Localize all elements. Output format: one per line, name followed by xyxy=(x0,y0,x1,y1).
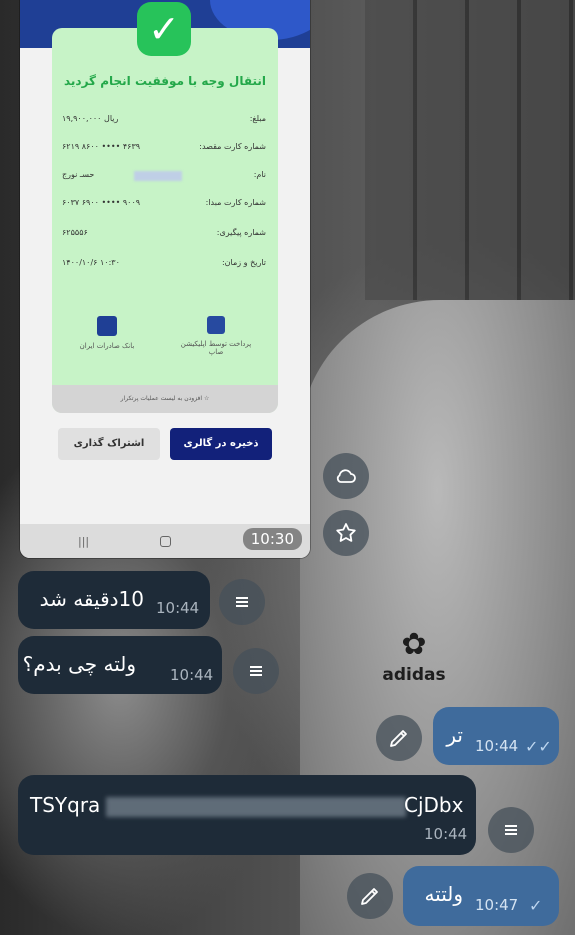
app-logo-icon xyxy=(207,316,225,334)
redacted-area xyxy=(134,171,182,181)
pencil-icon xyxy=(390,730,407,747)
share-button: اشتراک گذاری xyxy=(58,428,160,460)
message-text: ولته چی بدم؟ xyxy=(22,652,136,676)
message-text: 10دقیقه شد xyxy=(39,587,144,611)
transfer-receipt: ✓ انتقال وجه با موفقیت انجام گردید مبلغ:… xyxy=(52,2,278,413)
bank-saderat: بانک صادرات ایران xyxy=(72,316,142,350)
outgoing-message[interactable]: ولتته 10:47 ✓ xyxy=(403,866,559,926)
receipt-label: شماره کارت مبدا: xyxy=(205,198,266,207)
message-options-button[interactable] xyxy=(219,579,265,625)
receipt-value: ۱۴۰۰/۱۰/۶ ۱۰:۳۰ xyxy=(62,258,120,267)
receipt-value: ۶۰۳۷ ۶۹۰۰ •••• ۹۰۰۹ xyxy=(62,198,141,207)
receipt-footer: ☆ افزودن به لیست عملیات پرتکرار xyxy=(52,385,278,413)
redacted-text xyxy=(106,797,406,817)
save-to-gallery-button: ذخیره در گالری xyxy=(170,428,272,460)
message-text-end: CjDbx xyxy=(404,793,464,817)
incoming-message[interactable]: ولته چی بدم؟ 10:44 xyxy=(18,636,222,694)
incoming-message[interactable]: 10دقیقه شد 10:44 xyxy=(18,571,210,629)
edit-button[interactable] xyxy=(376,715,422,761)
recent-apps-icon: ||| xyxy=(78,535,90,548)
background-logo-text: adidas xyxy=(382,665,446,685)
outgoing-message[interactable]: تر 10:44 ✓✓ xyxy=(433,707,559,765)
menu-icon xyxy=(236,597,248,607)
star-icon xyxy=(336,523,356,542)
message-options-button[interactable] xyxy=(488,807,534,853)
home-icon xyxy=(160,536,171,547)
receipt-value: ۶۲۵۵۵۶ xyxy=(62,228,88,237)
message-text: ولتته xyxy=(424,882,463,906)
bank-logos: بانک صادرات ایران پرداخت توسط اپلیکیشن ص… xyxy=(52,316,278,376)
receipt-value: ۱۹,۹۰۰,۰۰۰ ریال xyxy=(62,114,119,123)
sent-checkmark-icon: ✓ xyxy=(529,896,543,915)
background-logo: ✿ adidas xyxy=(378,625,450,695)
read-checkmarks-icon: ✓✓ xyxy=(525,737,552,756)
message-text-start: TSYqra xyxy=(30,793,101,817)
receipt-row-datetime: تاریخ و زمان: ۱۴۰۰/۱۰/۶ ۱۰:۳۰ xyxy=(62,258,266,272)
receipt-row-dest-card: شماره کارت مقصد: ۶۲۱۹ ۸۶۰۰ •••• ۴۶۳۹ xyxy=(62,142,266,156)
incoming-message[interactable]: TSYqra CjDbx 10:44 xyxy=(18,775,476,855)
cloud-icon xyxy=(336,469,356,483)
receipt-value: ۶۲۱۹ ۸۶۰۰ •••• ۴۶۳۹ xyxy=(62,142,141,151)
app-sap: پرداخت توسط اپلیکیشن صاپ xyxy=(174,316,258,356)
receipt-row-name: نام: حسـ نورج xyxy=(62,170,266,184)
edit-button[interactable] xyxy=(347,873,393,919)
background-door xyxy=(365,0,575,300)
message-time: 10:44 xyxy=(424,825,468,843)
receipt-title: انتقال وجه با موفقیت انجام گردید xyxy=(63,74,266,88)
message-time: 10:30 xyxy=(242,528,302,550)
favorite-button[interactable] xyxy=(323,510,369,556)
message-time: 10:44 xyxy=(170,666,214,684)
success-check-icon: ✓ xyxy=(137,2,191,56)
receipt-label: تاریخ و زمان: xyxy=(221,258,266,267)
save-to-cloud-button[interactable] xyxy=(323,453,369,499)
message-time: 10:44 xyxy=(156,599,200,617)
trefoil-icon: ✿ xyxy=(401,627,427,662)
message-text: تر xyxy=(446,723,463,747)
message-time: 10:47 xyxy=(475,896,519,914)
receipt-row-source-card: شماره کارت مبدا: ۶۰۳۷ ۶۹۰۰ •••• ۹۰۰۹ xyxy=(62,198,266,212)
message-time: 10:44 xyxy=(475,737,519,755)
menu-icon xyxy=(505,825,517,835)
star-small-icon: ☆ xyxy=(202,395,210,402)
pencil-icon xyxy=(361,888,378,905)
receipt-label: مبلغ: xyxy=(249,114,266,123)
image-message[interactable]: ✓ انتقال وجه با موفقیت انجام گردید مبلغ:… xyxy=(20,0,310,558)
receipt-label: نام: xyxy=(253,170,266,179)
receipt-row-tracking: شماره پیگیری: ۶۲۵۵۵۶ xyxy=(62,228,266,242)
receipt-label: شماره کارت مقصد: xyxy=(199,142,266,151)
receipt-label: شماره پیگیری: xyxy=(216,228,266,237)
receipt-row-amount: مبلغ: ۱۹,۹۰۰,۰۰۰ ریال xyxy=(62,114,266,128)
menu-icon xyxy=(250,666,262,676)
message-options-button[interactable] xyxy=(233,648,279,694)
bank-logo-icon xyxy=(97,316,117,336)
receipt-value: حسـ نورج xyxy=(62,170,95,179)
